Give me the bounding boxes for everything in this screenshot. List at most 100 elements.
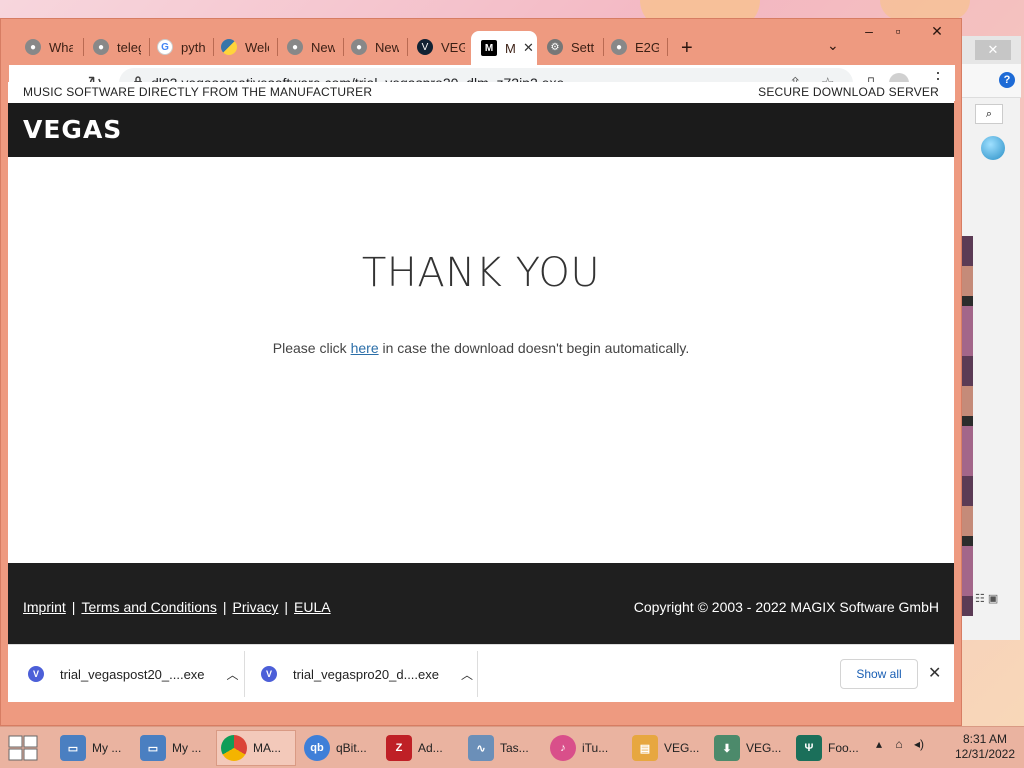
task-manager-icon: ∿ bbox=[468, 735, 494, 761]
tab[interactable]: ⚙ Setti bbox=[537, 31, 603, 63]
shell-icon bbox=[981, 136, 1005, 160]
vegas-icon: V bbox=[261, 666, 277, 682]
download-filename[interactable]: trial_vegaspost20_....exe bbox=[60, 667, 205, 682]
tab-label: teleg bbox=[117, 39, 141, 55]
itunes-icon: ♪ bbox=[550, 735, 576, 761]
taskbar-item[interactable]: Z Ad... bbox=[382, 730, 462, 766]
tab-strip: ● What ● teleg G pyth Welc ● New ● New bbox=[1, 19, 961, 65]
chevron-up-icon[interactable]: ︿ bbox=[461, 666, 473, 683]
downloads-bar: V trial_vegaspost20_....exe ︿ V trial_ve… bbox=[8, 644, 954, 702]
help-icon[interactable]: ? bbox=[999, 72, 1015, 88]
installer-icon: ⬇ bbox=[714, 735, 740, 761]
taskbar: ▭ My ... ▭ My ... MA... qb qBit... Z Ad.… bbox=[0, 726, 1024, 768]
vegas-logo[interactable]: VEGAS bbox=[23, 115, 122, 144]
privacy-link[interactable]: Privacy bbox=[232, 599, 278, 615]
tab[interactable]: ● New bbox=[341, 31, 407, 63]
taskbar-item[interactable]: ▤ VEG... bbox=[628, 730, 708, 766]
taskbar-item[interactable]: ⬇ VEG... bbox=[710, 730, 790, 766]
taskbar-item-active[interactable]: MA... bbox=[216, 730, 296, 766]
close-icon[interactable]: ✕ bbox=[928, 663, 941, 683]
qbittorrent-icon: qb bbox=[304, 735, 330, 761]
taskbar-label: Ad... bbox=[418, 741, 443, 755]
tab[interactable]: V VEGA bbox=[407, 31, 471, 63]
vegas-icon: V bbox=[417, 39, 433, 55]
separator: | bbox=[222, 599, 227, 615]
chrome-tab-icon: ● bbox=[351, 39, 367, 55]
maximize-icon[interactable]: ▫ bbox=[881, 19, 915, 45]
taskbar-label: VEG... bbox=[664, 741, 700, 755]
taskbar-item[interactable]: ♪ iTu... bbox=[546, 730, 626, 766]
download-here-link[interactable]: here bbox=[351, 340, 379, 356]
tab-label: VEGA bbox=[441, 39, 465, 55]
system-tray[interactable]: ▴ ⌂ ◂) bbox=[876, 737, 924, 751]
taskbar-item[interactable]: ▭ My ... bbox=[56, 730, 136, 766]
network-icon[interactable]: ⌂ bbox=[895, 737, 902, 751]
tab-label: New bbox=[311, 39, 335, 55]
divider bbox=[477, 651, 478, 697]
close-icon[interactable]: ✕ bbox=[915, 19, 959, 45]
separator: | bbox=[284, 599, 289, 615]
computer-icon: ▭ bbox=[60, 735, 86, 761]
close-tab-icon[interactable]: ✕ bbox=[523, 40, 534, 56]
tagline: MUSIC SOFTWARE DIRECTLY FROM THE MANUFAC… bbox=[23, 85, 373, 99]
python-icon bbox=[221, 39, 237, 55]
tab-label: What bbox=[49, 39, 73, 55]
taskbar-item[interactable]: ∿ Tas... bbox=[464, 730, 544, 766]
message-text: in case the download doesn't begin autom… bbox=[378, 340, 690, 356]
view-icon[interactable]: ☷ ▣ bbox=[975, 592, 1015, 610]
filezilla-icon: Z bbox=[386, 735, 412, 761]
tray-chevron-icon[interactable]: ▴ bbox=[876, 737, 882, 751]
terms-link[interactable]: Terms and Conditions bbox=[81, 599, 216, 615]
tab-label: pyth bbox=[181, 39, 205, 55]
eula-link[interactable]: EULA bbox=[294, 599, 331, 615]
taskbar-label: My ... bbox=[172, 741, 202, 755]
background-window-titlebar[interactable]: ✕ bbox=[959, 36, 1021, 64]
close-icon[interactable]: ✕ bbox=[975, 40, 1011, 60]
download-item[interactable]: V trial_vegaspro20_d....exe ︿ bbox=[261, 645, 473, 703]
divider bbox=[244, 651, 245, 697]
vegas-folder-icon: ▤ bbox=[632, 735, 658, 761]
imprint-link[interactable]: Imprint bbox=[23, 599, 66, 615]
tab[interactable]: G pyth bbox=[147, 31, 213, 63]
desktop-decoration bbox=[880, 0, 970, 20]
taskbar-label: qBit... bbox=[336, 741, 367, 755]
taskbar-item[interactable]: ▭ My ... bbox=[136, 730, 216, 766]
tab-label: New bbox=[375, 39, 399, 55]
vegas-icon: V bbox=[28, 666, 44, 682]
taskbar-label: iTu... bbox=[582, 741, 609, 755]
background-window[interactable]: ✕ ? ⌕ ☷ ▣ bbox=[958, 36, 1021, 640]
tab-separator bbox=[667, 38, 668, 56]
show-all-button[interactable]: Show all bbox=[840, 659, 918, 689]
clock[interactable]: 8:31 AM 12/31/2022 bbox=[950, 732, 1020, 762]
tab[interactable]: ● New bbox=[277, 31, 343, 63]
google-icon: G bbox=[157, 39, 173, 55]
new-tab-icon[interactable]: + bbox=[681, 37, 693, 60]
chevron-down-icon[interactable]: ⌄ bbox=[827, 37, 839, 54]
background-window-toolbar: ? bbox=[959, 64, 1021, 98]
search-icon[interactable]: ⌕ bbox=[975, 104, 1003, 124]
taskbar-label: VEG... bbox=[746, 741, 782, 755]
download-message: Please click here in case the download d… bbox=[8, 340, 954, 356]
tab-label: M bbox=[505, 40, 515, 56]
chrome-tab-icon: ● bbox=[611, 39, 627, 55]
taskbar-label: Foo... bbox=[828, 741, 859, 755]
windows-start-icon[interactable] bbox=[8, 735, 38, 761]
tab-active[interactable]: M M ✕ bbox=[471, 31, 537, 65]
separator: | bbox=[71, 599, 76, 615]
tab[interactable]: ● E2G bbox=[601, 31, 667, 63]
tab[interactable]: ● What bbox=[15, 31, 81, 63]
food-app-icon: Ψ bbox=[796, 735, 822, 761]
tab[interactable]: Welc bbox=[211, 31, 277, 63]
page-topbar: MUSIC SOFTWARE DIRECTLY FROM THE MANUFAC… bbox=[8, 82, 954, 103]
volume-icon[interactable]: ◂) bbox=[914, 737, 924, 751]
tab[interactable]: ● teleg bbox=[83, 31, 149, 63]
download-filename[interactable]: trial_vegaspro20_d....exe bbox=[293, 667, 439, 682]
computer-icon: ▭ bbox=[140, 735, 166, 761]
chrome-tab-icon: ● bbox=[93, 39, 109, 55]
download-item[interactable]: V trial_vegaspost20_....exe ︿ bbox=[28, 645, 239, 703]
secure-server-label: SECURE DOWNLOAD SERVER bbox=[758, 85, 939, 99]
taskbar-item[interactable]: qb qBit... bbox=[300, 730, 380, 766]
chevron-up-icon[interactable]: ︿ bbox=[227, 666, 239, 683]
gear-icon: ⚙ bbox=[547, 39, 563, 55]
taskbar-item[interactable]: Ψ Foo... bbox=[792, 730, 872, 766]
